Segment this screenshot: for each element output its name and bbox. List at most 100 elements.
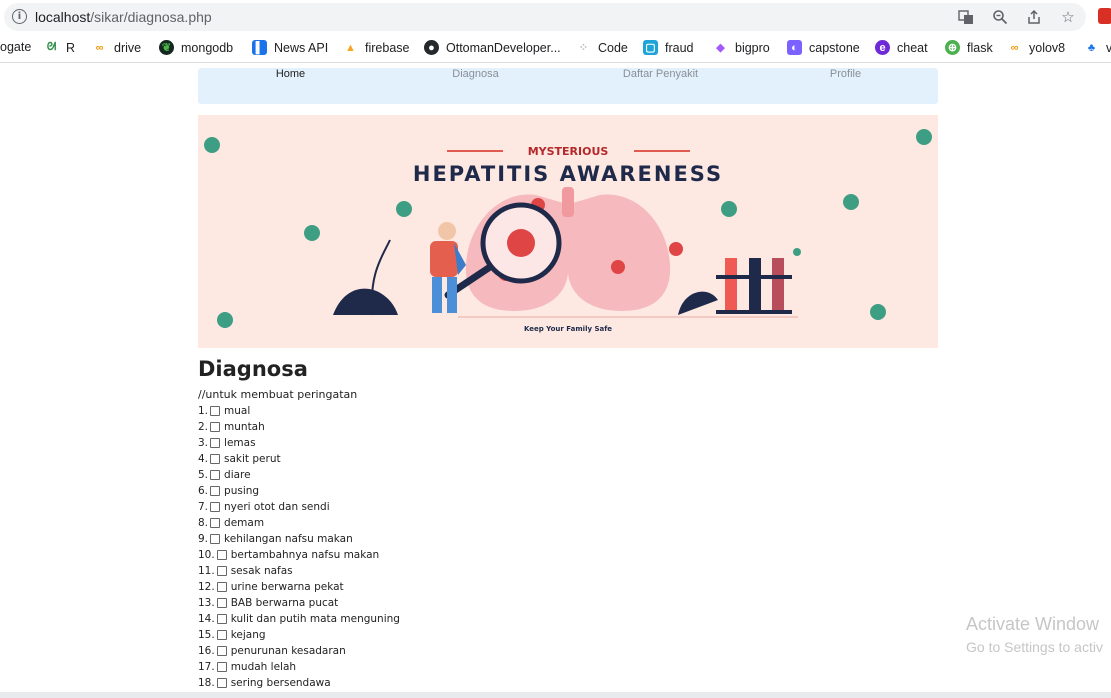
dots-icon: ⁘ bbox=[578, 42, 589, 54]
star-icon[interactable]: ☆ bbox=[1058, 7, 1078, 27]
bookmark-label: bigpro bbox=[735, 40, 770, 55]
app-icon: ◐ bbox=[787, 40, 802, 55]
symptom-label: demam bbox=[224, 517, 265, 529]
figma-icon: ◆ bbox=[716, 42, 725, 54]
bookmark-label: yolov8 bbox=[1029, 40, 1066, 55]
hepatitis-banner: MYSTERIOUS HEPATITIS AWARENESS Keep Your… bbox=[198, 115, 938, 348]
symptom-label: muntah bbox=[224, 421, 265, 433]
symptom-number: 14. bbox=[198, 613, 215, 625]
symptom-checkbox[interactable] bbox=[216, 662, 227, 672]
bookmark-r[interactable]: ᘛR bbox=[44, 40, 75, 55]
symptom-item: 15. kejang bbox=[198, 627, 938, 643]
symptom-label: sesak nafas bbox=[230, 565, 293, 577]
symptom-checkbox[interactable] bbox=[210, 534, 221, 544]
symptom-item: 11. sesak nafas bbox=[198, 563, 938, 579]
bookmark-yolov8[interactable]: ∞ yolov8 bbox=[1007, 40, 1066, 55]
symptom-number: 4. bbox=[198, 453, 209, 465]
symptom-checkbox[interactable] bbox=[216, 614, 227, 624]
info-icon[interactable]: i bbox=[12, 9, 27, 24]
symptom-checkbox[interactable] bbox=[216, 646, 227, 656]
symptom-checkbox[interactable] bbox=[210, 438, 221, 448]
symptom-label: lemas bbox=[224, 437, 256, 449]
symptom-checkbox[interactable] bbox=[216, 566, 227, 576]
bookmark-news-api[interactable]: ▌ News API bbox=[252, 40, 328, 55]
github-icon: ● bbox=[424, 40, 439, 55]
symptom-number: 5. bbox=[198, 469, 209, 481]
symptom-item: 12. urine berwarna pekat bbox=[198, 579, 938, 595]
symptom-label: kulit dan putih mata menguning bbox=[230, 613, 400, 625]
symptom-checkbox[interactable] bbox=[210, 486, 221, 496]
banner-title: HEPATITIS AWARENESS bbox=[413, 162, 723, 186]
symptom-checkbox[interactable] bbox=[210, 470, 221, 480]
shapes-icon: ♣ bbox=[1087, 41, 1096, 54]
bookmark-bigpro[interactable]: ◆ bigpro bbox=[713, 40, 770, 55]
symptom-number: 11. bbox=[198, 565, 215, 577]
symptom-checkbox[interactable] bbox=[216, 630, 227, 640]
symptom-checkbox[interactable] bbox=[216, 582, 227, 592]
symptom-label: nyeri otot dan sendi bbox=[224, 501, 330, 513]
bookmark-fraud[interactable]: ▢ fraud bbox=[643, 40, 694, 55]
nav-daftar-penyakit[interactable]: Daftar Penyakit bbox=[568, 68, 753, 104]
main-navbar: Home Diagnosa Daftar Penyakit Profile bbox=[198, 68, 938, 104]
url-text[interactable]: localhost/sikar/diagnosa.php bbox=[35, 9, 212, 25]
url-path: /sikar/diagnosa.php bbox=[90, 9, 212, 25]
banner-illustration: MYSTERIOUS HEPATITIS AWARENESS Keep Your… bbox=[204, 129, 932, 333]
flame-icon: ▲ bbox=[345, 41, 356, 54]
bookmark-v[interactable]: ♣v bbox=[1084, 40, 1111, 55]
nav-home[interactable]: Home bbox=[198, 68, 383, 104]
symptom-number: 13. bbox=[198, 597, 215, 609]
symptom-number: 3. bbox=[198, 437, 209, 449]
symptom-checkbox[interactable] bbox=[210, 518, 221, 528]
bookmark-label: mongodb bbox=[181, 40, 234, 55]
extension-icon[interactable] bbox=[1098, 8, 1111, 24]
nav-profile[interactable]: Profile bbox=[753, 68, 938, 104]
symptom-item: 16. penurunan kesadaran bbox=[198, 643, 938, 659]
geeksforgeeks-icon: ᘛ bbox=[46, 41, 57, 53]
symptom-number: 15. bbox=[198, 629, 215, 641]
symptom-checkbox[interactable] bbox=[210, 406, 221, 416]
symptom-checkbox[interactable] bbox=[216, 678, 227, 688]
symptom-label: mual bbox=[224, 405, 251, 417]
address-bar[interactable]: i localhost/sikar/diagnosa.php ☆ bbox=[4, 3, 1086, 31]
translate-icon[interactable] bbox=[956, 7, 976, 27]
symptom-item: 6. pusing bbox=[198, 483, 938, 499]
bookmark-flask[interactable]: ⊕ flask bbox=[945, 40, 993, 55]
symptom-checkbox[interactable] bbox=[210, 422, 221, 432]
bookmark-cheat[interactable]: e cheat bbox=[875, 40, 928, 55]
symptom-checkbox[interactable] bbox=[216, 598, 227, 608]
bookmark-label: ogate bbox=[0, 40, 32, 54]
square-icon: ▢ bbox=[643, 40, 658, 55]
globe-icon: ⊕ bbox=[945, 40, 960, 55]
zoom-icon[interactable] bbox=[990, 7, 1010, 27]
nav-diagnosa[interactable]: Diagnosa bbox=[383, 68, 568, 104]
url-host: localhost bbox=[35, 9, 91, 25]
bookmark-label: R bbox=[66, 40, 76, 55]
symptom-item: 8. demam bbox=[198, 515, 938, 531]
bookmark-ogate[interactable]: ogate bbox=[0, 40, 31, 54]
banner-kicker: MYSTERIOUS bbox=[528, 145, 609, 158]
bookmark-label: Code bbox=[598, 40, 628, 55]
bookmark-code[interactable]: ⁘ Code bbox=[576, 40, 628, 55]
bookmark-capstone[interactable]: ◐ capstone bbox=[787, 40, 860, 55]
symptom-item: 17. mudah lelah bbox=[198, 659, 938, 675]
symptom-item: 7. nyeri otot dan sendi bbox=[198, 499, 938, 515]
share-icon[interactable] bbox=[1024, 7, 1044, 27]
symptom-checkbox[interactable] bbox=[210, 454, 221, 464]
diagnosa-section: Diagnosa //untuk membuat peringatan 1. mu… bbox=[198, 356, 938, 691]
symptom-number: 6. bbox=[198, 485, 209, 497]
symptom-item: 9. kehilangan nafsu makan bbox=[198, 531, 938, 547]
circle-icon: e bbox=[875, 40, 890, 55]
bookmark-label: cheat bbox=[897, 40, 928, 55]
windows-activation-watermark: Activate Window Go to Settings to activ bbox=[966, 614, 1103, 655]
bookmark-label: News API bbox=[274, 40, 329, 55]
bookmark-firebase[interactable]: ▲ firebase bbox=[343, 40, 409, 55]
infinity-icon: ∞ bbox=[95, 41, 104, 54]
bookmark-github[interactable]: ● OttomanDeveloper... bbox=[424, 40, 561, 55]
symptom-number: 12. bbox=[198, 581, 215, 593]
symptom-checkbox[interactable] bbox=[216, 550, 227, 560]
symptom-label: penurunan kesadaran bbox=[230, 645, 346, 657]
symptom-label: diare bbox=[224, 469, 251, 481]
bookmark-drive[interactable]: ∞ drive bbox=[92, 40, 142, 55]
bookmark-mongodb[interactable]: ❦ mongodb bbox=[159, 40, 233, 55]
symptom-checkbox[interactable] bbox=[210, 502, 221, 512]
